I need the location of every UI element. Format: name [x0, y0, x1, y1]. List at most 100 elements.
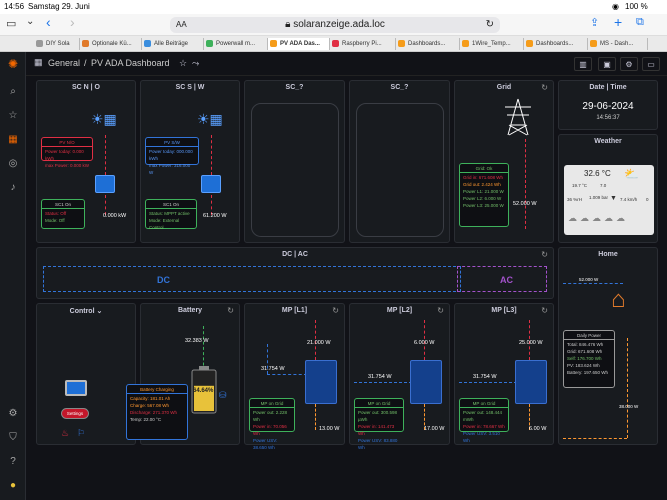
- mp-l1-out: 13.00 W: [319, 426, 340, 432]
- tab-9[interactable]: Dashboards...: [524, 38, 588, 50]
- solar-panel-icon: ☀▦: [91, 111, 117, 127]
- panel-title: SC_?: [390, 84, 409, 91]
- panel-control: Control ⌄ Settings ♨ ⚐: [36, 303, 136, 445]
- pv-sw-box: PV S/W Power today: 000.000 kWh max Powe…: [145, 137, 199, 175]
- settings-button[interactable]: Settings: [61, 408, 89, 419]
- tab-4[interactable]: Powerwall m...: [204, 38, 268, 50]
- panel-sc-3: SC_?: [244, 80, 345, 243]
- tab-6[interactable]: Raspberry Pi...: [330, 38, 396, 50]
- new-tab-icon[interactable]: +: [614, 14, 622, 30]
- tap-icon[interactable]: ⚐: [77, 428, 85, 439]
- panel-sc-4: SC_?: [349, 80, 450, 243]
- alerting-icon[interactable]: ♪: [7, 182, 19, 194]
- sc1-status-box: SC1 On Status: MPPT active Mode: Externa…: [145, 199, 197, 230]
- chevron-down-icon[interactable]: ⌄: [96, 308, 102, 315]
- refresh-icon[interactable]: ↻: [541, 83, 548, 92]
- panel-title: Battery: [177, 307, 203, 314]
- flow-line: [627, 338, 628, 438]
- reload-icon[interactable]: ↻: [486, 17, 494, 33]
- pv-no-box: PV N/O Power today: 0.000 kWh max Power:…: [41, 137, 93, 168]
- refresh-icon[interactable]: ↻: [541, 306, 548, 315]
- back-icon[interactable]: ‹: [46, 14, 51, 30]
- tab-label: Dashboards...: [408, 41, 446, 47]
- panel-title: SC N | O: [71, 84, 101, 91]
- gear-icon[interactable]: ⚙: [7, 408, 19, 420]
- avatar[interactable]: ●: [7, 480, 19, 492]
- heater-icon[interactable]: ♨: [61, 428, 69, 439]
- tab-1[interactable]: DIY Sola: [34, 38, 80, 50]
- panel-title: MP [L2]: [386, 307, 413, 314]
- panel-dc-ac: DC | AC ↻ DC AC: [36, 247, 554, 299]
- tab-label: Raspberry Pi...: [342, 41, 382, 47]
- breadcrumb-root[interactable]: General: [48, 58, 80, 68]
- starred-icon[interactable]: ☆: [7, 110, 19, 122]
- tab-5[interactable]: PV ADA Das...: [268, 38, 330, 50]
- refresh-icon[interactable]: ↻: [227, 306, 234, 315]
- solar-panel-icon: ☀▦: [197, 111, 223, 127]
- dashboards-grid-icon: ▦: [34, 57, 43, 67]
- tabs-overview-icon[interactable]: ⧉: [636, 16, 644, 29]
- address-bar[interactable]: AA 🔒︎ solaranzeige.ada.loc ↻: [170, 17, 500, 33]
- wind-direction-icon: ▼: [610, 195, 617, 202]
- mp-l2-out: 17.00 W: [424, 426, 445, 432]
- multiplus-inverter-icon: [305, 360, 337, 404]
- tab-label: DIY Sola: [46, 41, 70, 47]
- tab-label: Dashboards...: [536, 41, 574, 47]
- flow-line: [105, 135, 106, 175]
- tab-3[interactable]: Alle Beiträge: [142, 38, 204, 50]
- dc-bus-frame: [43, 266, 461, 292]
- flow-line: [563, 438, 627, 439]
- sidebar-toggle-icon[interactable]: ▭: [6, 17, 16, 30]
- grafana-logo-icon[interactable]: ✺: [7, 58, 19, 70]
- home-power-out: 38.000 W: [619, 404, 639, 409]
- forecast-icons: ☁☁☁☁☁: [568, 213, 628, 223]
- favicon-icon: [462, 40, 469, 47]
- sun-cloud-icon: ⛅: [624, 167, 639, 181]
- sc-sw-power: 61.200 W: [203, 213, 227, 219]
- refresh-icon[interactable]: ↻: [332, 306, 339, 315]
- share-icon[interactable]: ⇪: [590, 16, 599, 29]
- chevron-down-icon[interactable]: ⌄: [26, 16, 34, 27]
- tab-10[interactable]: MS - Dash...: [588, 38, 648, 50]
- home-power-in: 52.000 W: [579, 277, 599, 282]
- dashboard-settings-button[interactable]: ⚙: [620, 57, 638, 71]
- tab-7[interactable]: Dashboards...: [396, 38, 460, 50]
- search-icon[interactable]: ⌕: [7, 86, 19, 98]
- add-panel-button[interactable]: ▥: [574, 57, 592, 71]
- dashboards-icon[interactable]: ▦: [7, 134, 19, 146]
- panel-title: Home: [598, 251, 618, 258]
- status-battery: 100 %: [625, 2, 648, 11]
- star-icon[interactable]: ☆: [179, 58, 187, 69]
- tab-label: MS - Dash...: [600, 41, 634, 47]
- save-dashboard-button[interactable]: ▣: [598, 57, 616, 71]
- power-pylon-icon: [505, 98, 531, 136]
- favicon-icon: [526, 40, 533, 47]
- grid-power: 52.000 W: [513, 201, 537, 207]
- browser-toolbar: ▭ ⌄ ‹ › AA 🔒︎ solaranzeige.ada.loc ↻ ⇪ +…: [0, 14, 667, 36]
- explore-icon[interactable]: ◎: [7, 158, 19, 170]
- battery-mode-button[interactable]: [65, 380, 87, 396]
- tab-label: Optionale Kü...: [92, 41, 132, 47]
- reader-button[interactable]: AA: [176, 17, 187, 33]
- refresh-icon[interactable]: ↻: [541, 250, 548, 259]
- shield-icon[interactable]: ⛉: [7, 432, 19, 444]
- flow-line: [267, 374, 307, 375]
- forward-icon[interactable]: ›: [70, 14, 75, 30]
- share-dashboard-icon[interactable]: ⤳: [192, 58, 199, 69]
- favicon-icon: [398, 40, 405, 47]
- help-icon[interactable]: ?: [7, 456, 19, 468]
- tab-2[interactable]: Optionale Kü...: [80, 38, 142, 50]
- flow-line: [211, 195, 212, 215]
- tv-mode-button[interactable]: ▭: [642, 57, 660, 71]
- page-title[interactable]: PV ADA Dashboard: [91, 58, 170, 68]
- panel-home: Home 52.000 W ⌂ Daily Power Total: 846.4…: [558, 247, 658, 445]
- flow-line: [105, 195, 106, 215]
- bms-icon: ⛁: [219, 390, 227, 400]
- tab-8[interactable]: 1Wire_Temp...: [460, 38, 524, 50]
- panel-sc-no: SC N | O ☀▦ PV N/O Power today: 0.000 kW…: [36, 80, 136, 243]
- mp-l2-in: 6.000 W: [414, 340, 435, 346]
- panel-title: SC_?: [285, 84, 304, 91]
- daily-power-box: Daily Power Total: 846.476 Wh Grid: 671.…: [563, 330, 615, 388]
- favicon-icon: [82, 40, 89, 47]
- refresh-icon[interactable]: ↻: [437, 306, 444, 315]
